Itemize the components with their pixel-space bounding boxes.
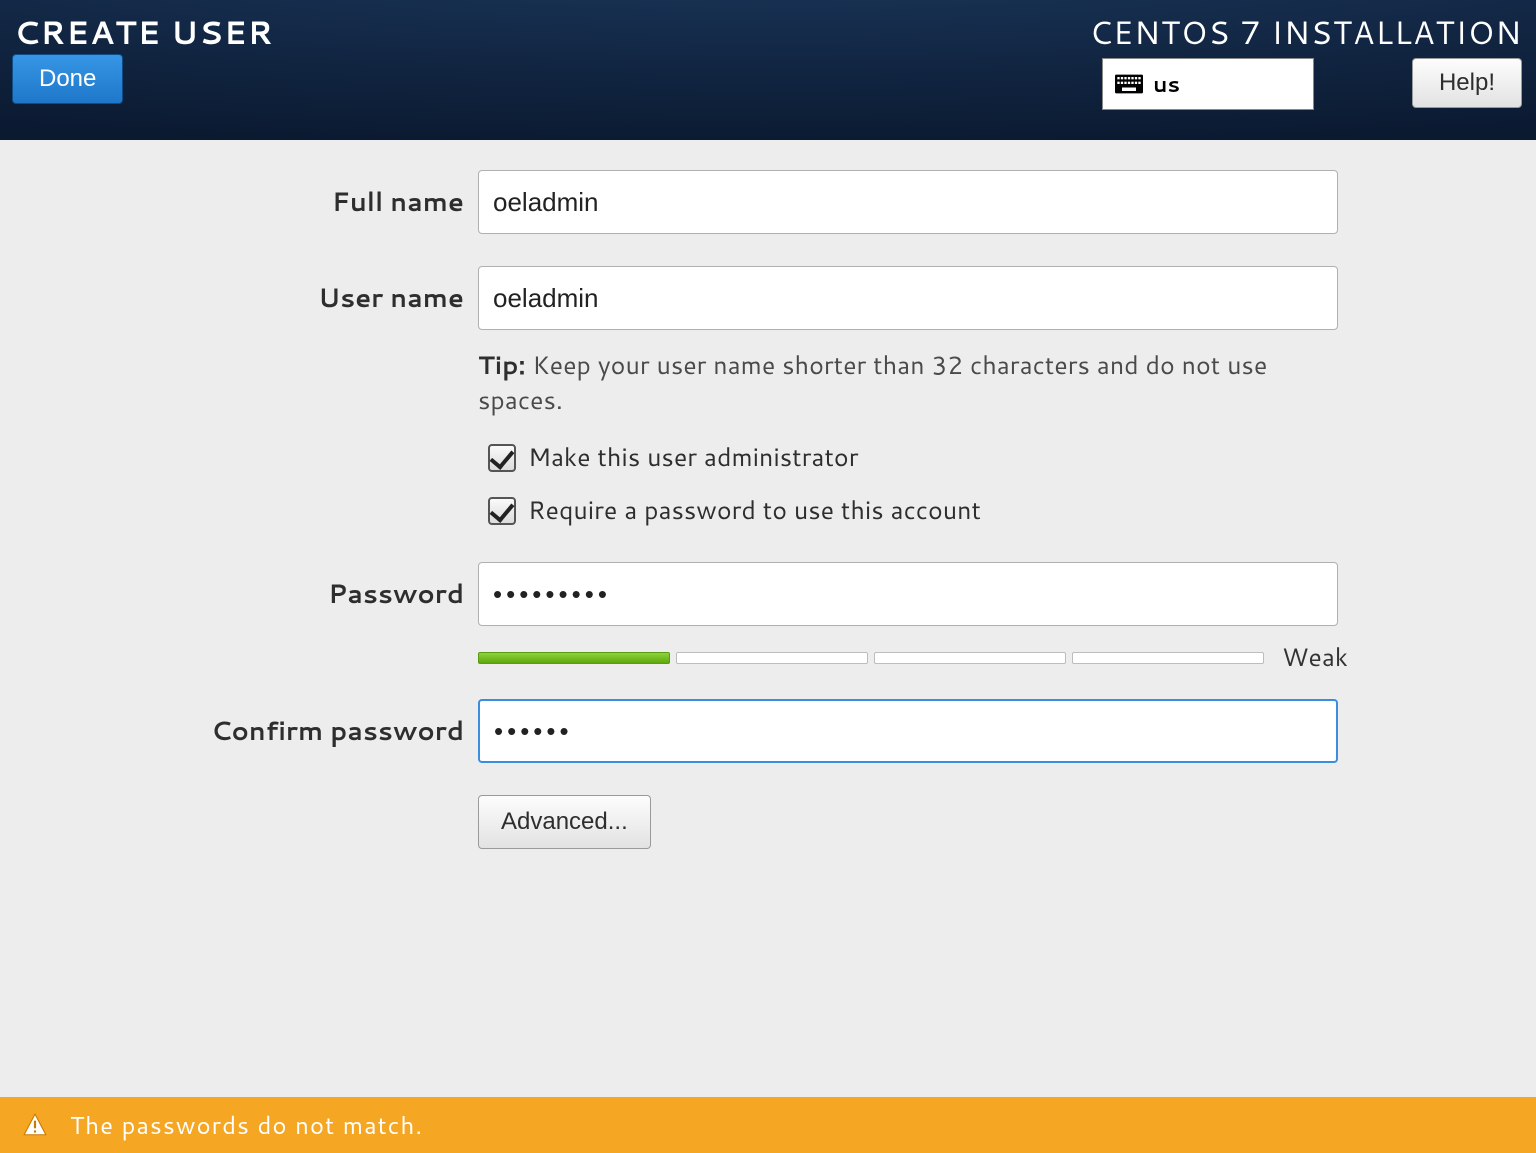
strength-seg-4 [1072, 652, 1264, 664]
confirm-password-label: Confirm password [0, 713, 478, 749]
username-label: User name [0, 280, 478, 316]
tip-text: Keep your user name shorter than 32 char… [478, 348, 1267, 418]
strength-seg-3 [874, 652, 1066, 664]
fullname-label: Full name [0, 184, 478, 220]
admin-checkbox[interactable] [488, 444, 516, 472]
strength-seg-2 [676, 652, 868, 664]
password-strength-meter [478, 652, 1264, 664]
installer-title: CENTOS 7 INSTALLATION [1089, 10, 1522, 55]
require-password-checkbox-label: Require a password to use this account [528, 493, 981, 528]
username-input[interactable] [478, 266, 1338, 330]
password-input[interactable] [478, 562, 1338, 626]
page-title: CREATE USER [14, 10, 273, 55]
warning-bar: The passwords do not match. [0, 1097, 1536, 1153]
create-user-form: Full name User name Tip: Keep your user … [0, 170, 1536, 849]
confirm-password-input[interactable] [478, 699, 1338, 763]
keyboard-layout-label: us [1153, 69, 1180, 100]
strength-seg-1 [478, 652, 670, 664]
password-strength-label: Weak [1282, 640, 1348, 675]
tip-prefix: Tip: [478, 348, 526, 383]
require-password-checkbox[interactable] [488, 497, 516, 525]
help-button[interactable]: Help! [1412, 58, 1522, 108]
keyboard-icon [1115, 74, 1143, 94]
admin-checkbox-label: Make this user administrator [528, 440, 858, 475]
username-tip: Tip: Keep your user name shorter than 32… [478, 348, 1348, 418]
installer-header: CREATE USER CENTOS 7 INSTALLATION Done u… [0, 0, 1536, 140]
keyboard-layout-selector[interactable]: us [1102, 58, 1314, 110]
warning-text: The passwords do not match. [70, 1108, 423, 1142]
password-label: Password [0, 576, 478, 612]
warning-icon [22, 1112, 48, 1138]
done-button[interactable]: Done [12, 54, 123, 104]
advanced-button[interactable]: Advanced... [478, 795, 651, 849]
fullname-input[interactable] [478, 170, 1338, 234]
